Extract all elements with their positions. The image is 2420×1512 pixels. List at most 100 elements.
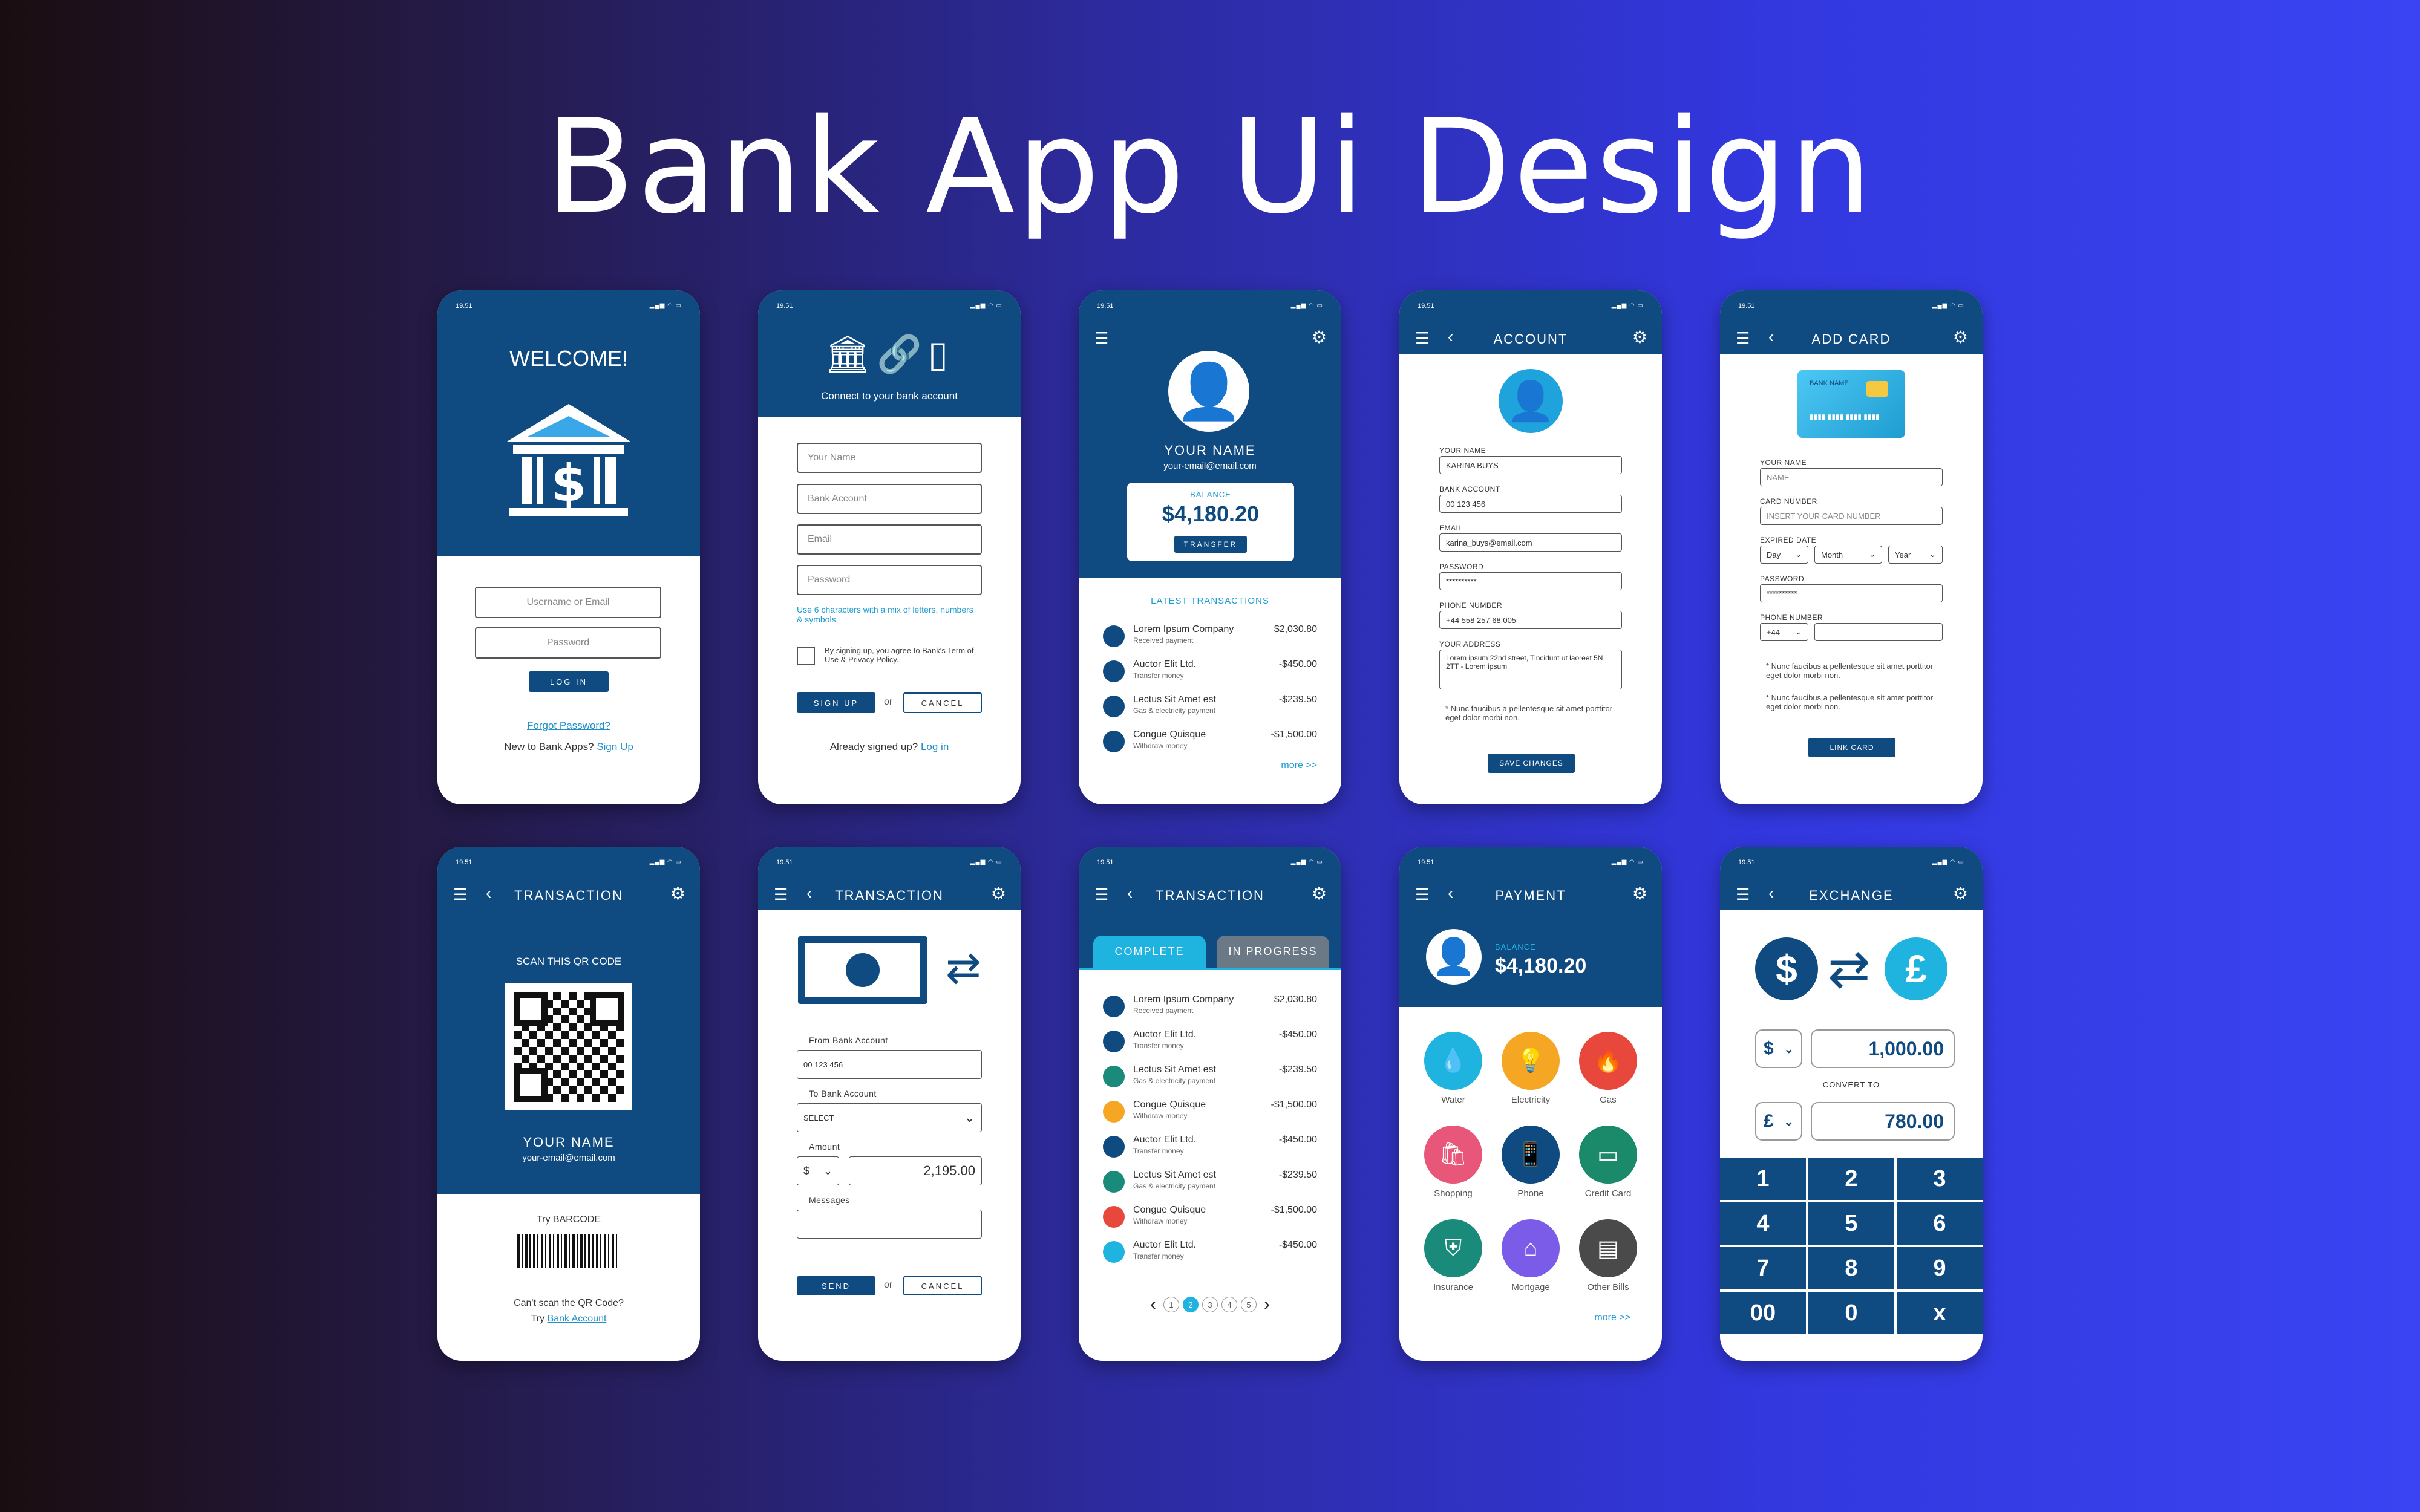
bank-account-link[interactable]: Bank Account — [548, 1314, 607, 1324]
page-button[interactable]: 2 — [1183, 1297, 1199, 1312]
login-button[interactable]: LOG IN — [529, 671, 609, 692]
keypad-key[interactable]: 9 — [1897, 1247, 1983, 1289]
keypad-key[interactable]: x — [1897, 1292, 1983, 1334]
transfer-button[interactable]: TRANSFER — [1174, 536, 1247, 553]
signup-link[interactable]: Sign Up — [597, 741, 633, 752]
card-number-field[interactable]: INSERT YOUR CARD NUMBER — [1760, 507, 1943, 525]
email-field[interactable]: karina_buys@email.com — [1439, 533, 1622, 552]
payment-water-button[interactable]: 💧 Water — [1420, 1032, 1486, 1105]
from-currency-select[interactable]: $ ⌄ — [1755, 1029, 1802, 1068]
transaction-row[interactable]: Auctor Elit Ltd. Transfer money -$450.00 — [1103, 1237, 1317, 1270]
payment-mortgage-button[interactable]: ⌂ Mortgage — [1497, 1219, 1564, 1292]
password-field[interactable]: ********** — [1760, 584, 1943, 602]
signup-button[interactable]: SIGN UP — [797, 692, 875, 713]
more-link[interactable]: more >> — [1594, 1312, 1630, 1323]
status-bar: 19.51 ▂▄▆ ◠ ▭ — [1418, 302, 1644, 310]
gear-icon[interactable]: ⚙ — [670, 885, 685, 902]
transaction-row[interactable]: Congue Quisque Withdraw money -$1,500.00 — [1103, 1202, 1317, 1235]
password-input[interactable]: Password — [475, 627, 661, 659]
name-input[interactable]: Your Name — [797, 443, 982, 473]
month-select[interactable]: Month ⌄ — [1814, 546, 1882, 564]
to-currency-select[interactable]: £ ⌄ — [1755, 1102, 1802, 1141]
transaction-row[interactable]: Auctor Elit Ltd. Transfer money -$450.00 — [1103, 657, 1317, 689]
send-button[interactable]: SEND — [797, 1276, 875, 1295]
bank-account-field[interactable]: 00 123 456 — [1439, 495, 1622, 513]
page-button[interactable]: 1 — [1163, 1297, 1179, 1312]
keypad-key[interactable]: 8 — [1808, 1247, 1894, 1289]
phone-field[interactable]: +44 558 257 68 005 — [1439, 611, 1622, 629]
gear-icon[interactable]: ⚙ — [1953, 885, 1968, 902]
payment-shopping-button[interactable]: 🛍 Shopping — [1420, 1126, 1486, 1199]
page-button[interactable]: 5 — [1241, 1297, 1257, 1312]
day-select[interactable]: Day ⌄ — [1760, 546, 1808, 564]
transaction-row[interactable]: Lorem Ipsum Company Received payment $2,03… — [1103, 992, 1317, 1025]
keypad-key[interactable]: 3 — [1897, 1158, 1983, 1200]
save-changes-button[interactable]: SAVE CHANGES — [1488, 754, 1575, 773]
to-amount-field[interactable]: 780.00 — [1811, 1102, 1955, 1141]
phone-field[interactable] — [1814, 623, 1943, 641]
currency-select[interactable]: $ ⌄ — [797, 1156, 839, 1185]
page-button[interactable]: 4 — [1221, 1297, 1237, 1312]
link-card-button[interactable]: LINK CARD — [1808, 738, 1895, 757]
keypad-key[interactable]: 4 — [1720, 1202, 1806, 1245]
gear-icon[interactable]: ⚙ — [1312, 885, 1327, 902]
payment-insurance-button[interactable]: ⛨ Insurance — [1420, 1219, 1486, 1292]
gear-icon[interactable]: ⚙ — [1312, 329, 1327, 346]
tab-in-progress[interactable]: IN PROGRESS — [1217, 936, 1329, 968]
bank-account-input[interactable]: Bank Account — [797, 484, 982, 514]
gear-icon[interactable]: ⚙ — [1632, 329, 1647, 346]
transaction-row[interactable]: Congue Quisque Withdraw money -$1,500.00 — [1103, 1097, 1317, 1130]
keypad-key[interactable]: 5 — [1808, 1202, 1894, 1245]
to-account-select[interactable]: SELECT ⌄ — [797, 1103, 982, 1132]
gear-icon[interactable]: ⚙ — [1632, 885, 1647, 902]
name-field[interactable]: KARINA BUYS — [1439, 456, 1622, 474]
cancel-button[interactable]: CANCEL — [903, 1276, 982, 1295]
next-page-icon[interactable]: › — [1264, 1294, 1270, 1315]
keypad-key[interactable]: 6 — [1897, 1202, 1983, 1245]
password-field[interactable]: ********** — [1439, 572, 1622, 590]
keypad-key[interactable]: 2 — [1808, 1158, 1894, 1200]
login-link[interactable]: Log in — [921, 741, 949, 752]
payment-other-bills-button[interactable]: ▤ Other Bills — [1575, 1219, 1641, 1292]
keypad-key[interactable]: 00 — [1720, 1292, 1806, 1334]
keypad-key[interactable]: 1 — [1720, 1158, 1806, 1200]
payment-phone-button[interactable]: 📱 Phone — [1497, 1126, 1564, 1199]
phone-code-select[interactable]: +44 ⌄ — [1760, 623, 1808, 641]
transaction-row[interactable]: Lectus Sit Amet est Gas & electricity pay… — [1103, 1062, 1317, 1095]
keypad-key[interactable]: 0 — [1808, 1292, 1894, 1334]
amount-field[interactable]: 2,195.00 — [849, 1156, 982, 1185]
status-bar: 19.51 ▂▄▆ ◠ ▭ — [1418, 859, 1644, 866]
email-input[interactable]: Email — [797, 524, 982, 555]
payment-credit-card-button[interactable]: ▭ Credit Card — [1575, 1126, 1641, 1199]
more-link[interactable]: more >> — [1281, 760, 1317, 771]
year-select[interactable]: Year ⌄ — [1888, 546, 1943, 564]
prev-page-icon[interactable]: ‹ — [1150, 1294, 1156, 1315]
screen-payment: 19.51 ▂▄▆ ◠ ▭ ☰ ‹ PAYMENT ⚙ 👤 BALANCE $4,180… — [1399, 847, 1662, 1361]
tab-complete[interactable]: COMPLETE — [1093, 936, 1206, 968]
transaction-row[interactable]: Lorem Ipsum Company Received payment $2,03… — [1103, 622, 1317, 654]
forgot-password-link[interactable]: Forgot Password? — [437, 720, 700, 732]
transaction-row[interactable]: Lectus Sit Amet est Gas & electricity pay… — [1103, 1167, 1317, 1200]
transaction-row[interactable]: Congue Quisque Withdraw money -$1,500.00 — [1103, 727, 1317, 760]
nav-bar: ☰ ⚙ — [1079, 327, 1341, 351]
cancel-button[interactable]: CANCEL — [903, 692, 982, 713]
from-amount-field[interactable]: 1,000.00 — [1811, 1029, 1955, 1068]
agree-checkbox[interactable] — [797, 647, 815, 665]
messages-field[interactable] — [797, 1210, 982, 1239]
gear-icon[interactable]: ⚙ — [991, 885, 1006, 902]
keypad-key[interactable]: 7 — [1720, 1247, 1806, 1289]
from-account-field[interactable]: 00 123 456 — [797, 1050, 982, 1079]
payment-gas-button[interactable]: 🔥 Gas — [1575, 1032, 1641, 1105]
transaction-row[interactable]: Auctor Elit Ltd. Transfer money -$450.00 — [1103, 1132, 1317, 1165]
transaction-row[interactable]: Lectus Sit Amet est Gas & electricity pay… — [1103, 692, 1317, 725]
menu-icon[interactable]: ☰ — [1094, 330, 1108, 346]
name-field[interactable]: NAME — [1760, 468, 1943, 486]
password-input[interactable]: Password — [797, 565, 982, 595]
username-input[interactable]: Username or Email — [475, 587, 661, 618]
gear-icon[interactable]: ⚙ — [1953, 329, 1968, 346]
page-button[interactable]: 3 — [1202, 1297, 1218, 1312]
shopping-icon: 🛍 — [1424, 1126, 1482, 1184]
payment-electricity-button[interactable]: 💡 Electricity — [1497, 1032, 1564, 1105]
transaction-row[interactable]: Auctor Elit Ltd. Transfer money -$450.00 — [1103, 1027, 1317, 1060]
address-field[interactable]: Lorem ipsum 22nd street, Tincidunt ut la… — [1439, 650, 1622, 689]
